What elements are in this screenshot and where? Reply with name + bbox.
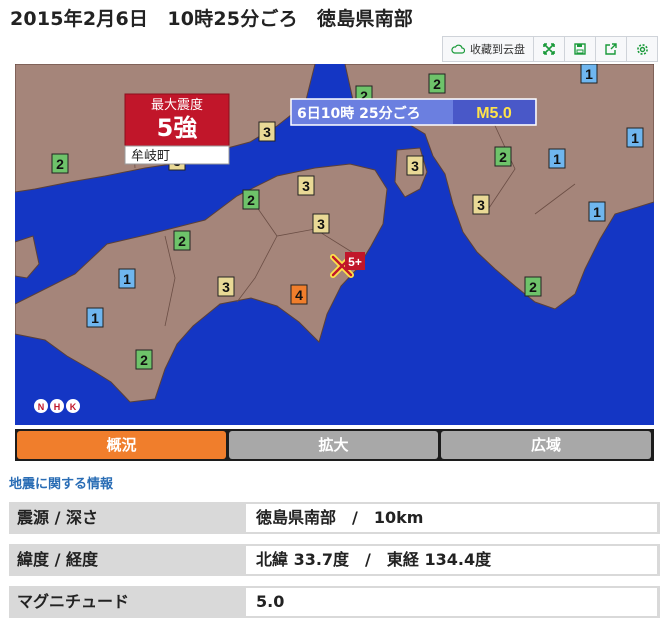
svg-text:2: 2 xyxy=(140,352,148,368)
svg-text:2: 2 xyxy=(529,279,537,295)
map-tab-bar: 概況 拡大 広域 xyxy=(15,429,654,461)
floppy-icon xyxy=(574,43,586,55)
svg-text:6日10時 25分ごろ: 6日10時 25分ごろ xyxy=(297,105,421,122)
svg-text:5強: 5強 xyxy=(157,114,198,142)
svg-text:3: 3 xyxy=(302,178,310,194)
intensity-marker: 1 xyxy=(548,148,566,169)
event-banner: 6日10時 25分ごろ M5.0 xyxy=(290,98,537,126)
svg-text:2: 2 xyxy=(56,156,64,172)
intensity-marker: 2 xyxy=(135,349,153,370)
svg-text:M5.0: M5.0 xyxy=(476,105,512,122)
info-label: 震源 / 深さ xyxy=(17,508,98,527)
svg-text:5+: 5+ xyxy=(348,255,362,269)
intensity-marker: 1 xyxy=(580,64,598,84)
share-button[interactable] xyxy=(595,36,627,62)
intensity-marker: 4 xyxy=(290,284,308,305)
earthquake-intensity-map: 1 1 1 1 2 2 2 2 2 3 3 3 3 3 3 3 4 1 1 2 … xyxy=(15,64,654,425)
svg-text:最大震度: 最大震度 xyxy=(151,97,203,113)
info-label: マグニチュード xyxy=(17,592,130,611)
svg-text:2: 2 xyxy=(247,192,255,208)
svg-text:2: 2 xyxy=(178,233,186,249)
intensity-marker: 3 xyxy=(258,121,276,142)
info-row-epicenter: 震源 / 深さ 徳島県南部 / 10km xyxy=(9,502,660,534)
intensity-marker: 1 xyxy=(118,268,136,289)
intensity-marker: 1 xyxy=(626,127,644,148)
map-canvas: 1 1 1 1 2 2 2 2 2 3 3 3 3 3 3 3 4 1 1 2 … xyxy=(15,64,654,425)
info-value: 北緯 33.7度 / 東経 134.4度 xyxy=(246,546,657,574)
info-label: 緯度 / 経度 xyxy=(17,550,98,569)
svg-text:3: 3 xyxy=(222,279,230,295)
save-to-cloud-button[interactable]: 收藏到云盘 xyxy=(442,36,534,62)
svg-text:1: 1 xyxy=(585,66,593,82)
svg-text:1: 1 xyxy=(123,271,131,287)
svg-text:1: 1 xyxy=(553,151,561,167)
intensity-marker: 3 xyxy=(472,194,490,215)
svg-text:2: 2 xyxy=(499,149,507,165)
svg-text:3: 3 xyxy=(317,216,325,232)
intensity-marker: 1 xyxy=(86,307,104,328)
svg-text:3: 3 xyxy=(477,197,485,213)
svg-text:K: K xyxy=(70,402,77,412)
save-button[interactable] xyxy=(564,36,596,62)
svg-text:1: 1 xyxy=(91,310,99,326)
tab-wide-area[interactable]: 広域 xyxy=(441,431,651,459)
intensity-marker: 2 xyxy=(173,230,191,251)
tab-overview[interactable]: 概況 xyxy=(17,431,226,459)
section-title: 地震に関する情報 xyxy=(9,477,114,492)
intensity-marker: 2 xyxy=(494,146,512,167)
intensity-marker: 2 xyxy=(242,189,260,210)
svg-text:3: 3 xyxy=(263,124,271,140)
expand-icon xyxy=(543,43,555,55)
max-intensity-box: 最大震度 5強 牟岐町 xyxy=(124,93,230,165)
intensity-marker: 2 xyxy=(524,276,542,297)
info-row-coordinates: 緯度 / 経度 北緯 33.7度 / 東経 134.4度 xyxy=(9,544,660,576)
save-to-cloud-label: 收藏到云盘 xyxy=(470,43,525,56)
nhk-logo: N H K xyxy=(34,399,80,413)
svg-text:1: 1 xyxy=(593,204,601,220)
intensity-marker: 3 xyxy=(406,155,424,176)
svg-text:3: 3 xyxy=(411,158,419,174)
expand-button[interactable] xyxy=(533,36,565,62)
page-title: 2015年2月6日 10時25分ごろ 徳島県南部 xyxy=(10,8,414,30)
intensity-marker: 1 xyxy=(588,201,606,222)
intensity-marker: 2 xyxy=(428,73,446,94)
gear-icon xyxy=(636,43,649,56)
tab-zoom[interactable]: 拡大 xyxy=(229,431,438,459)
intensity-marker: 3 xyxy=(297,175,315,196)
cloud-icon xyxy=(451,44,465,54)
svg-text:2: 2 xyxy=(433,76,441,92)
svg-text:H: H xyxy=(54,402,61,412)
toolbar: 收藏到云盘 xyxy=(442,36,658,62)
intensity-marker: 3 xyxy=(312,213,330,234)
info-row-magnitude: マグニチュード 5.0 xyxy=(9,586,660,618)
settings-button[interactable] xyxy=(626,36,658,62)
svg-text:1: 1 xyxy=(631,130,639,146)
svg-text:4: 4 xyxy=(295,287,303,303)
svg-text:牟岐町: 牟岐町 xyxy=(131,149,170,164)
info-value: 徳島県南部 / 10km xyxy=(246,504,657,532)
svg-text:N: N xyxy=(38,402,45,412)
intensity-marker: 2 xyxy=(51,153,69,174)
share-icon xyxy=(605,43,617,55)
info-value: 5.0 xyxy=(246,588,657,616)
intensity-marker: 3 xyxy=(217,276,235,297)
